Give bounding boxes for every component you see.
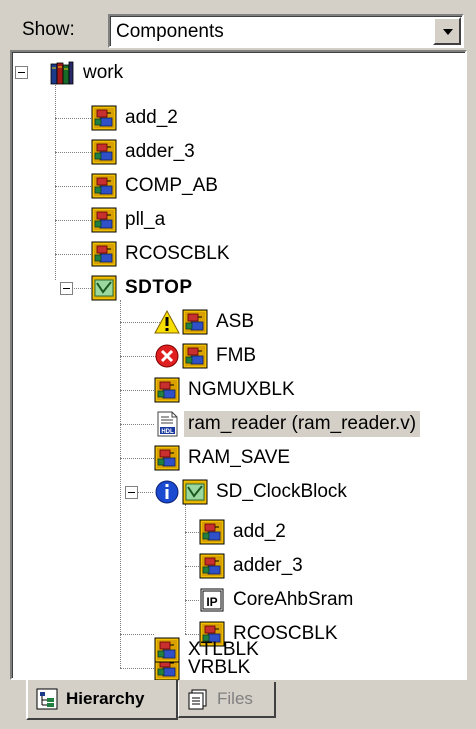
error-icon (155, 344, 179, 368)
tree-item-ram-reader[interactable]: HDL ram_reader (ram_reader.v) (154, 409, 421, 439)
tree-item-comp-ab[interactable]: COMP_AB (91, 171, 218, 201)
tree-item-adder-3[interactable]: adder_3 (91, 137, 195, 167)
tree-item-label: COMP_AB (125, 175, 218, 196)
svg-text:HDL: HDL (161, 429, 174, 435)
tree-item-label: RAM_SAVE (188, 447, 291, 468)
smartdesign-component-icon (91, 275, 117, 301)
library-books-icon (50, 61, 74, 85)
tree-item-label: pll_a (125, 209, 166, 230)
tree-item-work[interactable]: work (49, 58, 123, 88)
chevron-down-icon (443, 29, 453, 35)
tree-item-pll-a[interactable]: pll_a (91, 205, 165, 235)
hierarchy-icon (36, 688, 58, 710)
component-icon (199, 553, 225, 579)
collapse-toggle-sdtop[interactable] (60, 282, 73, 295)
tree-item-xtlblk[interactable]: XTLBLK (154, 635, 259, 665)
tree-item-label: add_2 (233, 521, 286, 542)
tree-item-coreahbsram[interactable]: IP CoreAhbSram (199, 585, 353, 615)
tab-files[interactable]: Files (178, 682, 276, 718)
component-icon (182, 343, 208, 369)
tab-hierarchy[interactable]: Hierarchy (26, 680, 178, 720)
warning-icon (154, 309, 180, 334)
tree-item-label: NGMUXBLK (188, 379, 295, 400)
hdl-file-icon: HDL (157, 411, 178, 437)
svg-text:IP: IP (206, 595, 217, 609)
tab-label: Hierarchy (66, 689, 145, 708)
hierarchy-tree[interactable]: work add_2 adder_3 COMP_AB pll_a RCOSCBL… (10, 50, 467, 680)
tree-item-label: adder_3 (125, 141, 195, 162)
tree-item-clock-add-2[interactable]: add_2 (199, 517, 286, 547)
tree-item-sd-clockblock[interactable]: SD_ClockBlock (154, 477, 347, 507)
tree-item-label: ram_reader (ram_reader.v) (184, 411, 421, 437)
tree-item-label: ASB (216, 311, 255, 332)
tree-item-label: CoreAhbSram (233, 589, 354, 610)
component-icon (91, 207, 117, 233)
tree-item-clock-adder-3[interactable]: adder_3 (199, 551, 303, 581)
bottom-tab-bar: Hierarchy Files (0, 680, 476, 729)
tree-item-label: add_2 (125, 107, 178, 128)
tree-item-rcoscblk[interactable]: RCOSCBLK (91, 239, 230, 269)
component-icon (154, 637, 180, 663)
tree-item-fmb[interactable]: FMB (154, 341, 256, 371)
tree-item-label: SDTOP (125, 277, 193, 298)
tab-label: Files (217, 689, 253, 708)
component-icon (182, 309, 208, 335)
tree-item-label: FMB (216, 345, 257, 366)
component-icon (154, 445, 180, 471)
smartdesign-component-icon (182, 479, 208, 505)
tree-item-ngmuxblk[interactable]: NGMUXBLK (154, 375, 295, 405)
tree-item-ram-save[interactable]: RAM_SAVE (154, 443, 290, 473)
tree-item-add-2[interactable]: add_2 (91, 103, 178, 133)
collapse-toggle-work[interactable] (15, 66, 28, 79)
collapse-toggle-sd-clockblock[interactable] (125, 486, 138, 499)
component-icon (91, 241, 117, 267)
component-icon (91, 105, 117, 131)
tree-item-label: adder_3 (233, 555, 303, 576)
show-label: Show: (22, 19, 75, 40)
show-dropdown[interactable]: Components (108, 14, 464, 48)
info-icon (155, 480, 179, 504)
show-dropdown-value: Components (116, 21, 224, 42)
tree-item-label: XTLBLK (188, 639, 259, 660)
component-icon (91, 139, 117, 165)
component-icon (91, 173, 117, 199)
tree-item-label: work (83, 62, 124, 83)
tree-item-label: SD_ClockBlock (216, 481, 347, 502)
ip-icon: IP (200, 588, 224, 612)
tree-item-asb[interactable]: ASB (154, 307, 254, 337)
tree-item-label: RCOSCBLK (125, 243, 230, 264)
component-icon (199, 519, 225, 545)
files-icon (188, 689, 207, 710)
dropdown-arrow-button[interactable] (433, 17, 461, 45)
tree-item-sdtop[interactable]: SDTOP (91, 273, 193, 303)
component-icon (154, 377, 180, 403)
